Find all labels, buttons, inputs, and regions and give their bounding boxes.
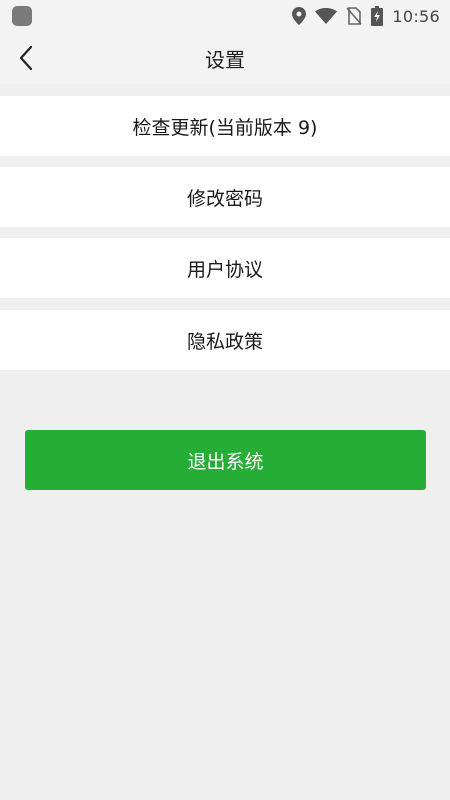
check-update-label: 检查更新(当前版本 9): [132, 116, 318, 139]
app-bar: 设置: [0, 32, 450, 84]
user-agreement-item[interactable]: 用户协议: [0, 238, 450, 298]
logout-button[interactable]: 退出系统: [25, 430, 426, 490]
wifi-icon: [315, 8, 338, 24]
user-agreement-label: 用户协议: [186, 258, 263, 281]
clock: 10:56: [392, 6, 440, 26]
check-update-item[interactable]: 检查更新(当前版本 9): [0, 96, 450, 156]
privacy-policy-item[interactable]: 隐私政策: [0, 310, 450, 370]
page-title: 设置: [205, 47, 245, 72]
no-sim-icon: [346, 7, 362, 25]
status-bar: 10:56: [0, 0, 450, 32]
location-icon: [292, 7, 307, 25]
app-notification-icon: [12, 6, 32, 26]
privacy-policy-label: 隐私政策: [186, 330, 263, 353]
back-button[interactable]: [8, 40, 44, 76]
change-password-item[interactable]: 修改密码: [0, 167, 450, 227]
change-password-label: 修改密码: [186, 187, 263, 210]
chevron-left-icon: [19, 45, 33, 71]
logout-label: 退出系统: [187, 450, 264, 473]
battery-charging-icon: [371, 6, 384, 26]
status-icons: 10:56: [292, 6, 440, 26]
